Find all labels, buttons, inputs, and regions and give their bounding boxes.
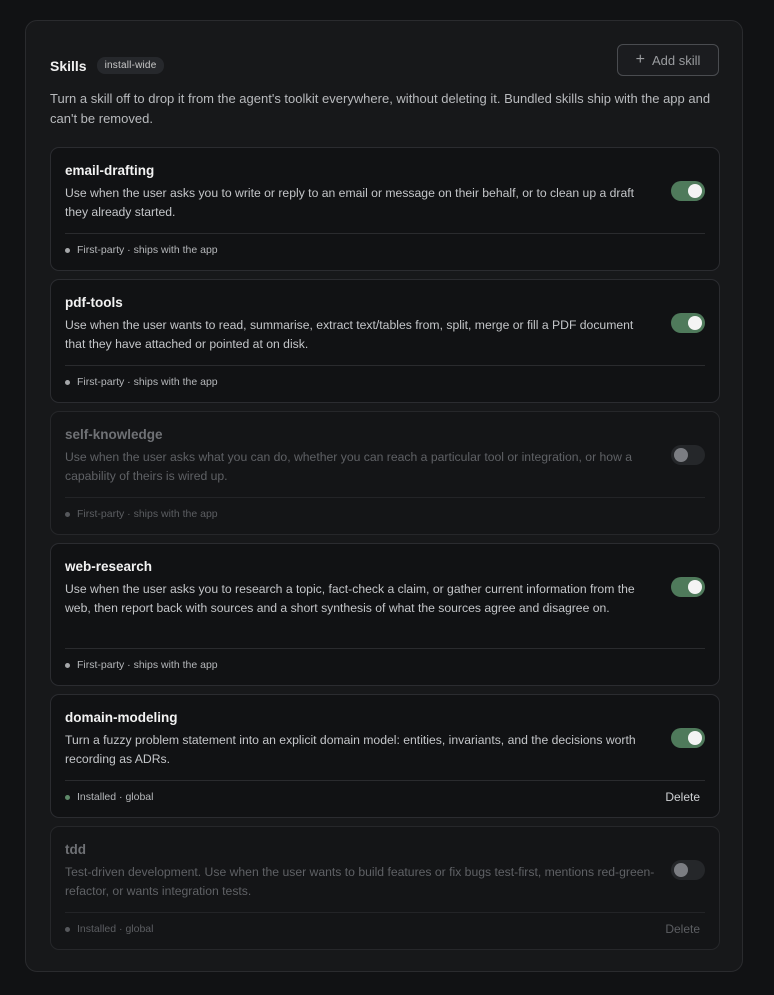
add-skill-button[interactable]: + Add skill (617, 44, 719, 76)
skill-card-tdd: tdd Test-driven development. Use when th… (50, 826, 720, 950)
divider (65, 365, 705, 366)
divider (65, 780, 705, 781)
toggle-knob (674, 448, 688, 462)
toggle-knob (674, 863, 688, 877)
source-dot-icon (65, 662, 70, 668)
skill-name: pdf-tools (65, 295, 123, 310)
divider (65, 497, 705, 498)
divider (65, 233, 705, 234)
skill-description: Use when the user asks you to research a… (65, 582, 635, 615)
skill-source: First-party · ships with the app (65, 244, 218, 256)
skill-toggle[interactable] (671, 728, 705, 748)
plus-icon: + (635, 51, 645, 68)
source-dot-icon (65, 511, 70, 517)
skill-card-domain-modeling: domain-modeling Turn a fuzzy problem sta… (50, 694, 720, 818)
skills-panel: Skills install-wide + Add skill Turn a s… (25, 20, 743, 972)
skill-name: domain-modeling (65, 710, 178, 725)
toggle-knob (688, 316, 702, 330)
installed-dot-icon (65, 794, 70, 800)
skill-toggle[interactable] (671, 313, 705, 333)
skill-name: tdd (65, 842, 86, 857)
skill-description: Use when the user asks you to write or r… (65, 186, 635, 219)
divider (65, 648, 705, 649)
skill-source: Installed · global (65, 923, 153, 935)
skill-card-self-knowledge: self-knowledge Use when the user asks wh… (50, 411, 720, 535)
installed-dot-icon (65, 926, 70, 932)
skill-source: First-party · ships with the app (65, 659, 218, 671)
skill-card-web-research: web-research Use when the user asks you … (50, 543, 720, 686)
skill-toggle[interactable] (671, 445, 705, 465)
skill-toggle[interactable] (671, 577, 705, 597)
skill-description: Test-driven development. Use when the us… (65, 865, 655, 898)
skill-source-label: Installed · global (77, 923, 154, 935)
toggle-knob (688, 184, 702, 198)
skill-source: First-party · ships with the app (65, 376, 218, 388)
toggle-knob (688, 580, 702, 594)
skill-source-label: First-party · ships with the app (77, 376, 218, 388)
skill-name: email-drafting (65, 163, 155, 178)
skill-card-email-drafting: email-drafting Use when the user asks yo… (50, 147, 720, 271)
skill-name: self-knowledge (65, 427, 163, 442)
toggle-knob (688, 731, 702, 745)
skill-name: web-research (65, 559, 153, 574)
skill-source: Installed · global (65, 791, 153, 803)
skill-card-pdf-tools: pdf-tools Use when the user wants to rea… (50, 279, 720, 403)
skill-source-label: First-party · ships with the app (77, 508, 218, 520)
add-skill-label: Add skill (651, 52, 701, 68)
scope-badge: install-wide (96, 57, 165, 74)
skill-source-label: First-party · ships with the app (77, 659, 218, 671)
skill-source-label: Installed · global (77, 791, 154, 803)
skill-description: Use when the user wants to read, summari… (65, 318, 634, 351)
delete-button[interactable]: Delete (665, 790, 700, 804)
skill-source: First-party · ships with the app (65, 508, 218, 520)
skill-source-label: First-party · ships with the app (77, 244, 218, 256)
skill-toggle[interactable] (671, 181, 705, 201)
divider (65, 912, 705, 913)
skill-toggle[interactable] (671, 860, 705, 880)
source-dot-icon (65, 247, 70, 253)
source-dot-icon (65, 379, 70, 385)
skills-description: Turn a skill off to drop it from the age… (50, 91, 711, 126)
skills-header: Skills install-wide (50, 57, 165, 74)
skill-description: Turn a fuzzy problem statement into an e… (65, 733, 636, 766)
skill-description: Use when the user asks what you can do, … (65, 450, 633, 483)
page-title: Skills (50, 57, 87, 74)
delete-button[interactable]: Delete (665, 922, 700, 936)
